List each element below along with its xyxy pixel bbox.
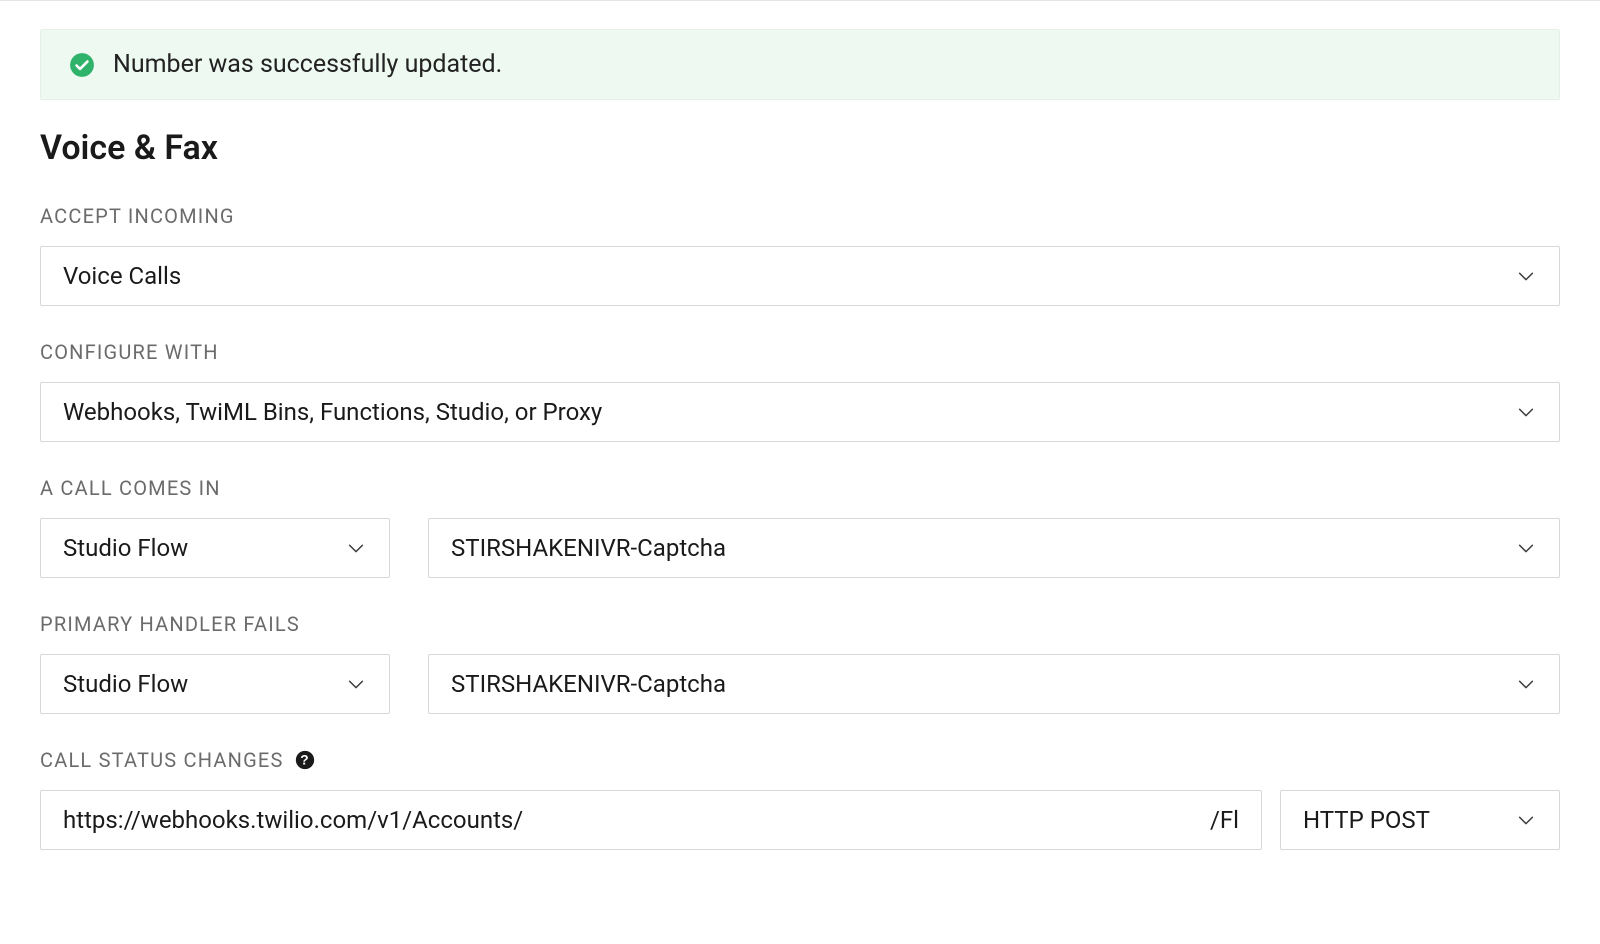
chevron-down-icon [1515,809,1537,831]
accept-incoming-select[interactable]: Voice Calls [40,246,1560,306]
chevron-down-icon [1515,537,1537,559]
svg-text:?: ? [300,753,310,768]
check-circle-icon [69,52,95,78]
call-comes-in-type-select[interactable]: Studio Flow [40,518,390,578]
primary-handler-fails-target-value: STIRSHAKENIVR-Captcha [451,670,726,698]
call-status-url-input[interactable]: https://webhooks.twilio.com/v1/Accounts/… [40,790,1262,850]
chevron-down-icon [1515,265,1537,287]
accept-incoming-label: ACCEPT INCOMING [40,204,1560,228]
call-comes-in-target-select[interactable]: STIRSHAKENIVR-Captcha [428,518,1560,578]
help-icon[interactable]: ? [294,749,316,771]
primary-handler-fails-label: PRIMARY HANDLER FAILS [40,612,1560,636]
primary-handler-fails-target-select[interactable]: STIRSHAKENIVR-Captcha [428,654,1560,714]
chevron-down-icon [345,673,367,695]
success-alert: Number was successfully updated. [40,29,1560,100]
call-comes-in-label: A CALL COMES IN [40,476,1560,500]
accept-incoming-value: Voice Calls [63,262,181,290]
call-comes-in-target-value: STIRSHAKENIVR-Captcha [451,534,726,562]
primary-handler-fails-type-select[interactable]: Studio Flow [40,654,390,714]
configure-with-select[interactable]: Webhooks, TwiML Bins, Functions, Studio,… [40,382,1560,442]
section-title: Voice & Fax [40,128,1560,168]
configure-with-value: Webhooks, TwiML Bins, Functions, Studio,… [63,398,602,426]
alert-message: Number was successfully updated. [113,50,502,79]
call-status-method-value: HTTP POST [1303,806,1430,834]
call-status-url-suffix: /Fl [1210,806,1239,834]
call-comes-in-type-value: Studio Flow [63,534,188,562]
configure-with-label: CONFIGURE WITH [40,340,1560,364]
primary-handler-fails-type-value: Studio Flow [63,670,188,698]
chevron-down-icon [1515,673,1537,695]
call-status-url-prefix: https://webhooks.twilio.com/v1/Accounts/ [63,806,523,834]
call-status-method-select[interactable]: HTTP POST [1280,790,1560,850]
chevron-down-icon [345,537,367,559]
call-status-changes-label: CALL STATUS CHANGES [40,748,284,772]
chevron-down-icon [1515,401,1537,423]
